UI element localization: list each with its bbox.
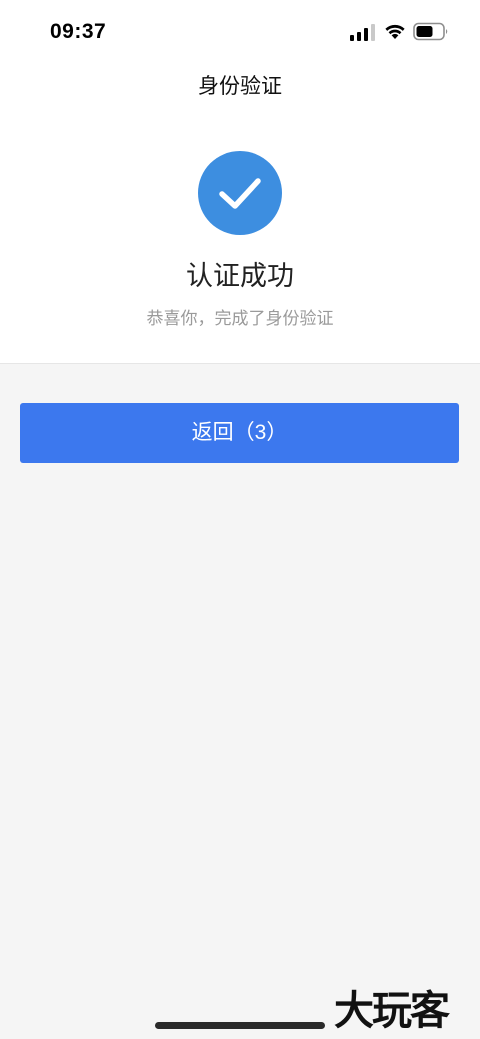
back-button[interactable]: 返回（3）: [20, 403, 459, 463]
result-title: 认证成功: [186, 261, 294, 292]
page-title: 身份验证: [198, 74, 282, 98]
status-bar: 09:37: [0, 0, 480, 62]
home-indicator: [155, 1022, 325, 1029]
result-subtitle: 恭喜你，完成了身份验证: [146, 309, 334, 329]
checkmark-circle-icon: [198, 151, 282, 235]
status-time: 09:37: [50, 20, 107, 43]
watermark-logo: 大玩客: [334, 988, 450, 1034]
cellular-signal-icon: [350, 24, 375, 41]
battery-icon: [413, 22, 448, 41]
wifi-icon: [385, 24, 405, 39]
